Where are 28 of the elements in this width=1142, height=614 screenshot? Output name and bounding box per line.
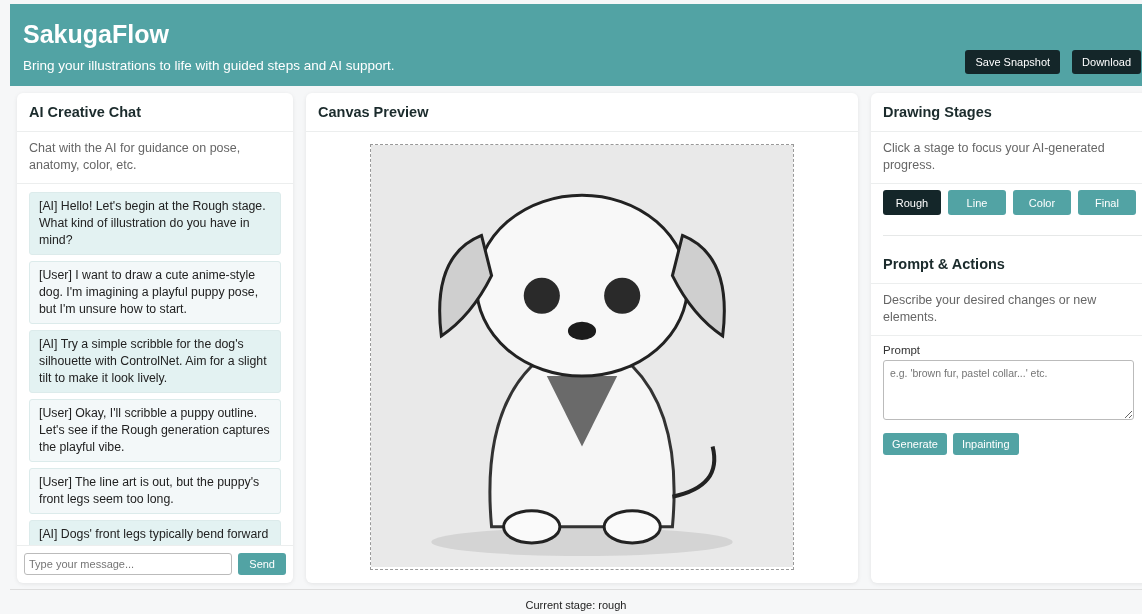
app-title: SakugaFlow: [23, 20, 170, 49]
stage-button[interactable]: Color: [1013, 190, 1071, 215]
panel-title: Canvas Preview: [306, 93, 858, 132]
panel-description: Click a stage to focus your AI-generated progress.: [871, 132, 1142, 184]
status-text: Current stage: rough: [525, 599, 627, 611]
chat-message: [User] Okay, I'll scribble a puppy outline. Let's see if the Rough generation captures the playful vibe.: [29, 399, 281, 462]
panel-title: AI Creative Chat: [17, 93, 293, 132]
action-button[interactable]: Generate: [883, 433, 947, 455]
panel-title: Drawing Stages: [871, 93, 1142, 132]
message-input[interactable]: Type your message...: [24, 553, 233, 575]
chat-message: [User] I want to draw a cute anime-style dog. I'm imagining a playful puppy pose, but I'm unsure how to start.: [29, 261, 281, 324]
send-button[interactable]: Send: [238, 553, 286, 575]
panel-description: Describe your desired changes or new elements.: [871, 284, 1142, 336]
chat-message: [AI] Dogs' front legs typically bend forward: [29, 520, 281, 545]
action-button[interactable]: Inpainting: [952, 433, 1019, 455]
header-button[interactable]: Download: [1072, 50, 1141, 74]
chat-message: [User] The line art is out, but the puppy's front legs seem too long.: [29, 468, 281, 514]
field-label: Prompt: [883, 344, 922, 356]
chat-message: [AI] Hello! Let's begin at the Rough stage. What kind of illustration do you have in mind?: [29, 192, 281, 255]
panel-description: Chat with the AI for guidance on pose, anatomy, color, etc.: [17, 132, 293, 184]
app-subtitle: Bring your illustrations to life with guided steps and AI support.: [23, 58, 395, 73]
header-button[interactable]: Save Snapshot: [965, 50, 1061, 74]
chat-message: [AI] Try a simple scribble for the dog's silhouette with ControlNet. Aim for a slight tilt to make it look lively.: [29, 330, 281, 393]
panel-title: Prompt & Actions: [871, 245, 1142, 284]
stage-button[interactable]: Line: [948, 190, 1006, 215]
stage-button[interactable]: Final: [1078, 190, 1136, 215]
stage-button[interactable]: Rough: [883, 190, 941, 215]
prompt-input[interactable]: e.g. 'brown fur, pastel collar...' etc.: [883, 360, 1134, 420]
